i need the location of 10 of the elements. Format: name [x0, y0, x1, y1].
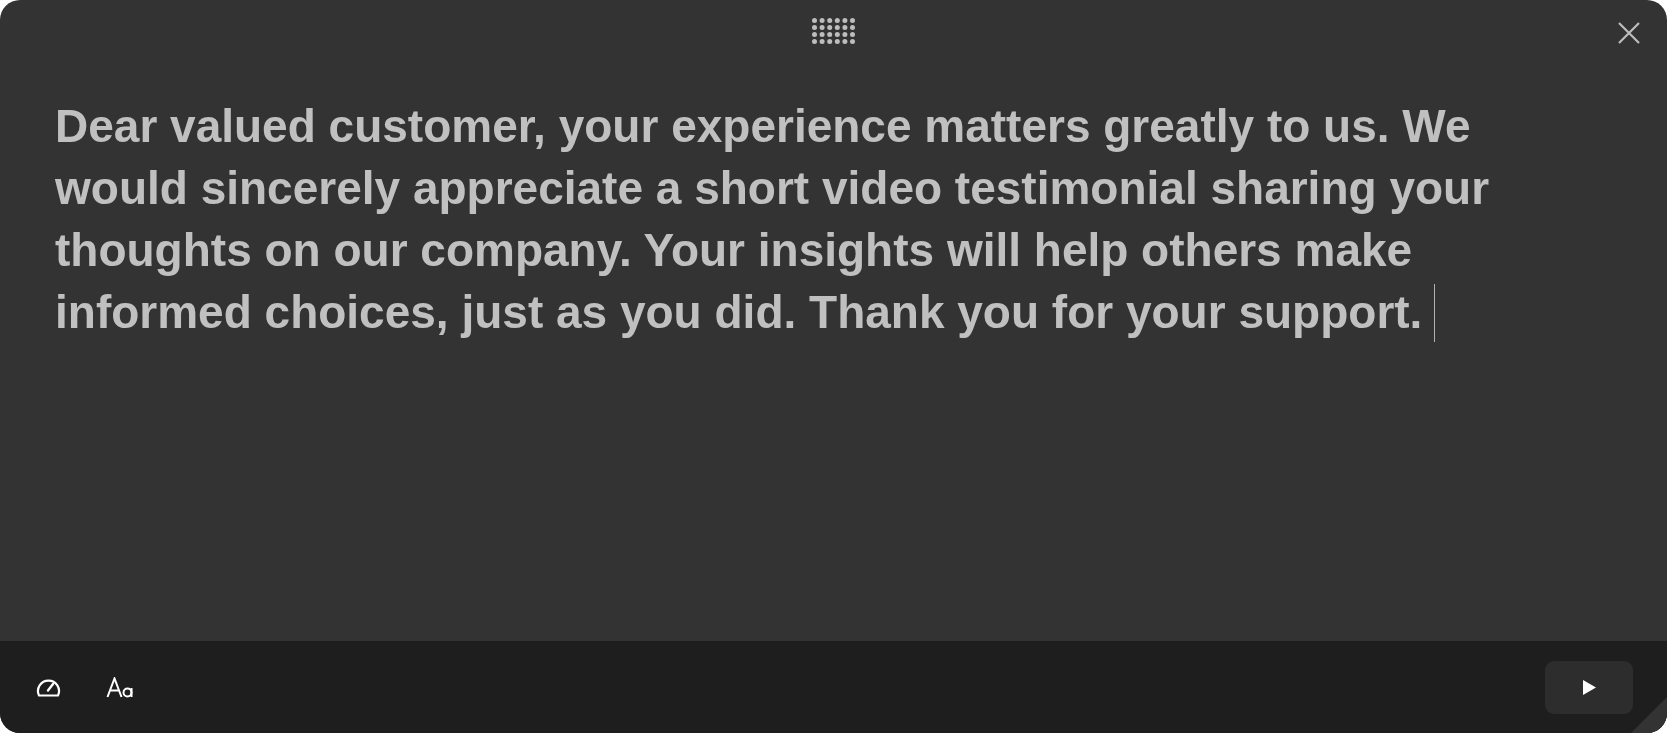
resize-grip-icon[interactable]: [1631, 697, 1667, 733]
font-button[interactable]: [106, 676, 134, 698]
play-button[interactable]: [1545, 660, 1633, 714]
close-button[interactable]: [1616, 20, 1642, 46]
close-icon: [1618, 22, 1640, 44]
speed-button[interactable]: [36, 677, 61, 697]
script-text: Dear valued customer, your experience matters greatly to us. We would sincerely appreciate a short video testimonial sharing your thoughts on our company. Your insights will help others make informed choices, just as you did. Thank you for your support.: [55, 100, 1490, 338]
text-format-icon: [106, 676, 134, 698]
drag-handle-icon[interactable]: [812, 18, 855, 44]
gauge-icon: [36, 677, 61, 697]
